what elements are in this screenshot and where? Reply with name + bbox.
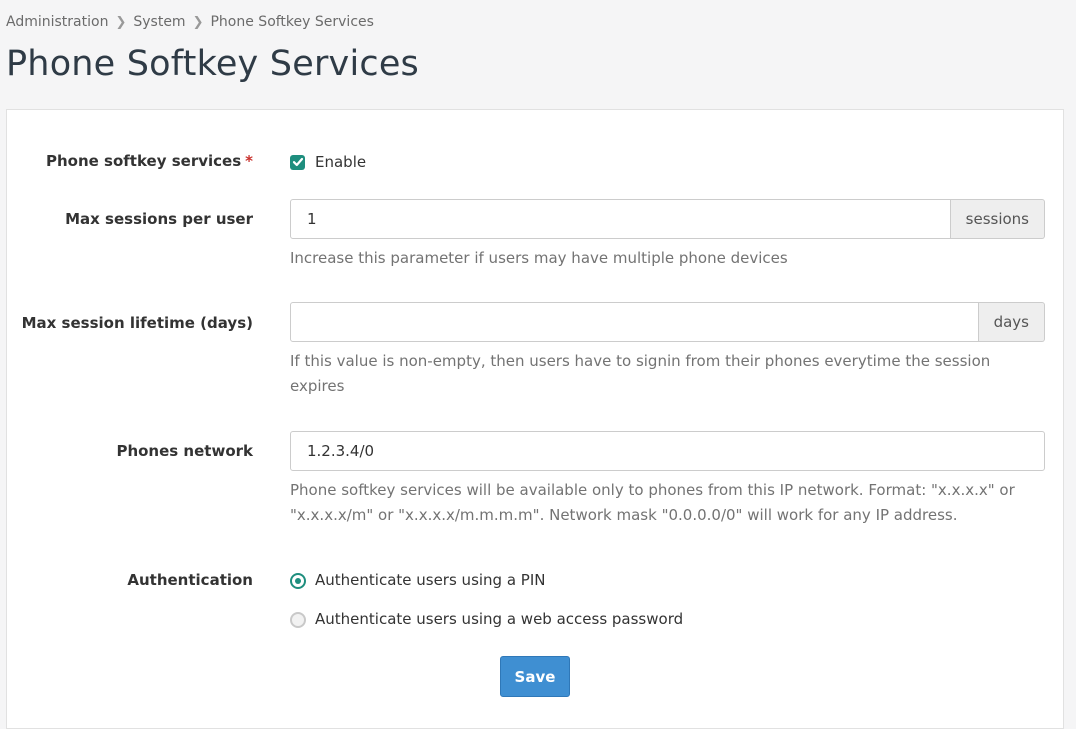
page-title: Phone Softkey Services bbox=[6, 44, 419, 84]
breadcrumb-item-system[interactable]: System bbox=[133, 14, 185, 30]
radio-unselected-icon[interactable] bbox=[290, 612, 306, 628]
breadcrumb-item-administration[interactable]: Administration bbox=[6, 14, 108, 30]
max-lifetime-help: If this value is non-empty, then users h… bbox=[290, 349, 1030, 399]
checkbox-checked-icon[interactable] bbox=[290, 154, 305, 170]
phones-network-help: Phone softkey services will be available… bbox=[290, 478, 1050, 528]
chevron-right-icon: ❯ bbox=[115, 14, 127, 30]
save-button[interactable]: Save bbox=[500, 656, 570, 697]
phones-network-input[interactable] bbox=[290, 431, 1045, 471]
max-lifetime-help-line2: expires bbox=[290, 377, 345, 395]
phones-network-help-line1: Phone softkey services will be available… bbox=[290, 481, 1015, 499]
enable-checkbox[interactable]: Enable bbox=[290, 153, 366, 171]
phones-network-help-line2: "x.x.x.x/m" or "x.x.x.x/m.m.m.m". Networ… bbox=[290, 506, 958, 524]
required-mark: * bbox=[245, 152, 253, 170]
authentication-label: Authentication bbox=[127, 571, 253, 589]
max-lifetime-help-line1: If this value is non-empty, then users h… bbox=[290, 352, 991, 370]
max-sessions-help: Increase this parameter if users may hav… bbox=[290, 249, 788, 267]
max-sessions-label: Max sessions per user bbox=[65, 210, 253, 228]
max-sessions-input[interactable] bbox=[290, 199, 951, 239]
phones-network-label: Phones network bbox=[116, 442, 253, 460]
chevron-right-icon: ❯ bbox=[192, 14, 204, 30]
days-addon: days bbox=[978, 302, 1045, 342]
auth-option-web-password[interactable]: Authenticate users using a web access pa… bbox=[290, 610, 683, 628]
auth-option-pin[interactable]: Authenticate users using a PIN bbox=[290, 571, 546, 589]
max-lifetime-input[interactable] bbox=[290, 302, 979, 342]
softkey-services-label-text: Phone softkey services bbox=[46, 152, 242, 170]
sessions-addon: sessions bbox=[950, 199, 1045, 239]
max-sessions-input-group: sessions bbox=[290, 199, 1045, 239]
radio-selected-icon[interactable] bbox=[290, 573, 306, 589]
breadcrumb-item-current: Phone Softkey Services bbox=[210, 14, 374, 30]
auth-option-web-password-label: Authenticate users using a web access pa… bbox=[315, 610, 684, 628]
auth-option-pin-label: Authenticate users using a PIN bbox=[315, 571, 546, 589]
max-lifetime-label: Max session lifetime (days) bbox=[21, 314, 253, 332]
softkey-services-label: Phone softkey services * bbox=[46, 152, 253, 170]
enable-checkbox-label: Enable bbox=[315, 153, 367, 171]
max-lifetime-input-group: days bbox=[290, 302, 1045, 342]
breadcrumb: Administration ❯ System ❯ Phone Softkey … bbox=[6, 14, 374, 30]
